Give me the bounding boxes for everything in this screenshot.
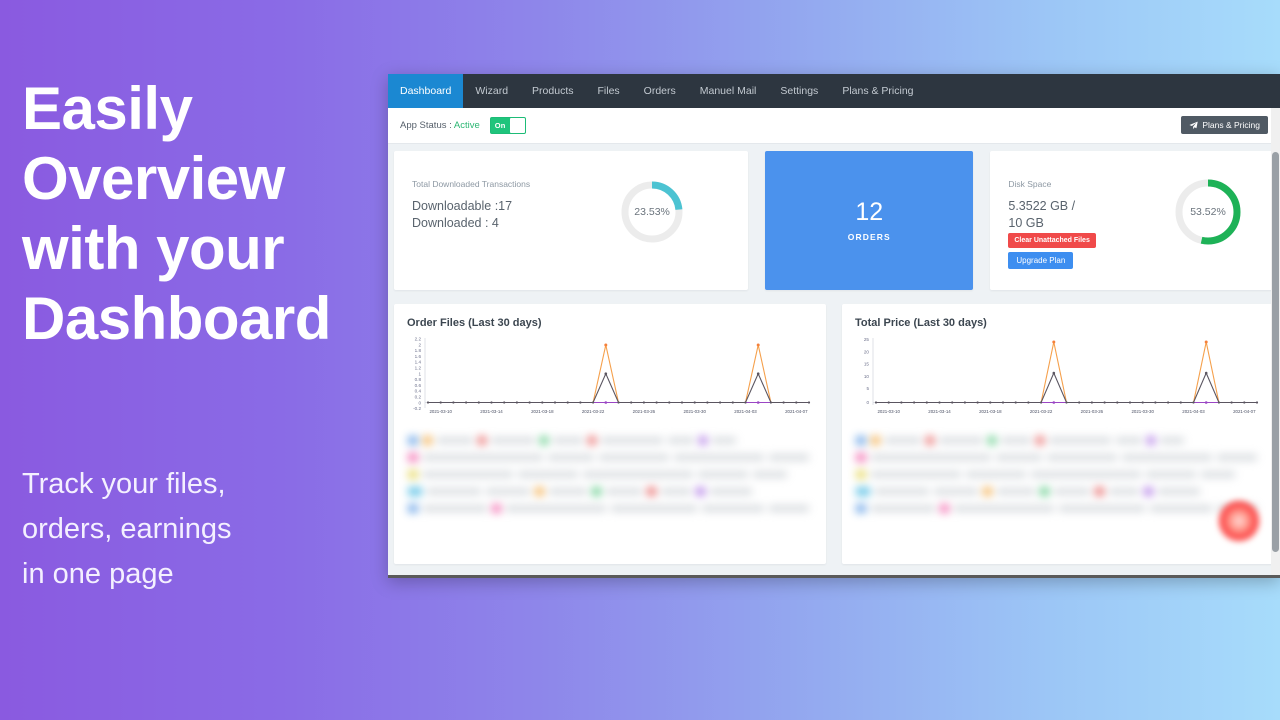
- nav-item-plans-pricing[interactable]: Plans & Pricing: [830, 74, 925, 108]
- nav-item-dashboard[interactable]: Dashboard: [388, 74, 464, 108]
- svg-text:0.6: 0.6: [415, 383, 422, 388]
- clear-unattached-files-button[interactable]: Clear Unattached Files: [1008, 233, 1096, 248]
- nav-label: Dashboard: [400, 85, 452, 97]
- disk-used: 5.3522 GB /: [1008, 199, 1076, 213]
- nav-item-wizard[interactable]: Wizard: [463, 74, 520, 108]
- svg-text:2021-03-30: 2021-03-30: [1131, 409, 1154, 414]
- svg-text:2021-03-26: 2021-03-26: [633, 409, 656, 414]
- nav-label: Orders: [643, 85, 676, 97]
- chart-card-order-files: Order Files (Last 30 days) 2.2 2 1.8 1.6 1.…: [394, 304, 826, 564]
- svg-text:2021-04-07: 2021-04-07: [785, 409, 808, 414]
- promo-headline: Easily Overview with your Dashboard: [22, 75, 331, 352]
- svg-text:2021-03-22: 2021-03-22: [1030, 409, 1053, 414]
- nav-item-products[interactable]: Products: [520, 74, 585, 108]
- order-files-line-chart: 2.221.8 1.61.41.2 10.80.6 0.40.20 -0.2 2…: [413, 337, 811, 414]
- window-scrollbar-track[interactable]: [1271, 108, 1280, 575]
- svg-text:1.6: 1.6: [415, 354, 422, 359]
- plans-pricing-label: Plans & Pricing: [1202, 120, 1260, 130]
- svg-text:2021-03-18: 2021-03-18: [531, 409, 554, 414]
- disk-total: 10 GB: [1008, 216, 1044, 230]
- svg-text:2021-03-26: 2021-03-26: [1081, 409, 1104, 414]
- svg-text:2: 2: [418, 342, 421, 347]
- nav-item-orders[interactable]: Orders: [632, 74, 688, 108]
- card-title: Disk Space: [1008, 179, 1052, 189]
- promo-subtext: Track your files, orders, earnings in on…: [22, 468, 232, 590]
- svg-text:2021-04-03: 2021-04-03: [1182, 409, 1205, 414]
- svg-text:15: 15: [864, 362, 870, 367]
- svg-text:10: 10: [864, 374, 870, 379]
- app-status-bar: App Status : Active On Plans & Pricing: [388, 108, 1280, 144]
- upgrade-plan-button[interactable]: Upgrade Plan: [1008, 252, 1074, 269]
- nav-item-manuel-mail[interactable]: Manuel Mail: [688, 74, 769, 108]
- svg-text:2021-03-30: 2021-03-30: [683, 409, 706, 414]
- support-chat-fab-button[interactable]: [1218, 500, 1260, 542]
- svg-text:1.2: 1.2: [415, 366, 422, 371]
- svg-text:20: 20: [864, 349, 870, 354]
- chart-card-total-price: Total Price (Last 30 days) 25 20 15 10 5 0: [842, 304, 1274, 564]
- downloadable-count: Downloadable :17: [412, 199, 513, 213]
- nav-label: Wizard: [475, 85, 509, 97]
- svg-text:2021-03-22: 2021-03-22: [582, 409, 605, 414]
- svg-text:2021-04-07: 2021-04-07: [1233, 409, 1256, 414]
- svg-text:0: 0: [866, 400, 869, 405]
- svg-text:1: 1: [418, 371, 421, 376]
- chart-title-order-files: Order Files (Last 30 days): [407, 317, 542, 329]
- svg-text:0.4: 0.4: [415, 389, 422, 394]
- svg-text:0.2: 0.2: [415, 395, 422, 400]
- nav-label: Manuel Mail: [699, 85, 757, 97]
- summary-cards-row: Total Downloaded Transactions Downloadab…: [388, 144, 1280, 290]
- svg-text:2021-04-03: 2021-04-03: [734, 409, 757, 414]
- svg-text:1.8: 1.8: [415, 348, 422, 353]
- disk-space-donut-chart: 53.52%: [1172, 176, 1244, 248]
- nav-item-settings[interactable]: Settings: [768, 74, 830, 108]
- transactions-percent: 23.53%: [634, 206, 670, 218]
- svg-text:5: 5: [866, 386, 869, 391]
- charts-row: Order Files (Last 30 days) 2.2 2 1.8 1.6 1.…: [388, 304, 1280, 564]
- svg-text:-0.2: -0.2: [413, 406, 421, 411]
- orders-count: 12: [855, 197, 884, 226]
- chart-title-total-price: Total Price (Last 30 days): [855, 317, 987, 329]
- toggle-knob: [509, 118, 525, 133]
- orders-label: ORDERS: [847, 231, 891, 242]
- svg-text:0.8: 0.8: [415, 377, 422, 382]
- paper-plane-icon: [1189, 121, 1199, 130]
- nav-label: Settings: [780, 85, 819, 97]
- app-status-toggle[interactable]: On: [489, 117, 526, 134]
- plans-pricing-button[interactable]: Plans & Pricing: [1181, 116, 1268, 134]
- nav-item-files[interactable]: Files: [585, 74, 631, 108]
- svg-text:0: 0: [418, 400, 421, 405]
- svg-text:2.2: 2.2: [415, 337, 422, 342]
- svg-text:2021-03-14: 2021-03-14: [928, 409, 951, 414]
- card-orders: 12 ORDERS: [765, 151, 974, 290]
- top-navigation-bar: Dashboard Wizard Products Files Orders M…: [388, 74, 1280, 108]
- svg-text:2021-03-14: 2021-03-14: [480, 409, 503, 414]
- promo-headline-block: Easily Overview with your Dashboard: [22, 74, 390, 354]
- app-status-value: Active: [453, 120, 480, 131]
- blurred-table-placeholder-left: [408, 434, 814, 513]
- downloaded-count: Downloaded : 4: [412, 216, 499, 230]
- nav-label: Files: [597, 85, 620, 97]
- window-scrollbar-thumb[interactable]: [1272, 152, 1279, 552]
- svg-text:25: 25: [864, 337, 870, 342]
- card-disk-space: Disk Space 5.3522 GB / 10 GB Clear Unatt…: [990, 151, 1280, 290]
- svg-text:2021-03-18: 2021-03-18: [979, 409, 1002, 414]
- nav-label: Products: [532, 85, 574, 97]
- transactions-donut-chart: 23.53%: [618, 178, 686, 246]
- total-price-line-chart: 25 20 15 10 5 0 2021-03-10 2021-03-14 2021-0…: [864, 337, 1259, 414]
- toggle-on-label: On: [494, 121, 506, 130]
- svg-text:2021-03-10: 2021-03-10: [877, 409, 900, 414]
- app-window: Dashboard Wizard Products Files Orders M…: [388, 74, 1280, 578]
- app-status-text: App Status :: [400, 120, 454, 131]
- card-downloaded-transactions: Total Downloaded Transactions Downloadab…: [394, 151, 749, 290]
- nav-label: Plans & Pricing: [842, 85, 914, 97]
- app-status-label: App Status : Active: [400, 120, 480, 131]
- svg-text:1.4: 1.4: [415, 360, 422, 365]
- blurred-table-placeholder-right: [856, 434, 1262, 513]
- card-title: Total Downloaded Transactions: [412, 179, 531, 189]
- svg-text:2021-03-10: 2021-03-10: [429, 409, 452, 414]
- disk-percent: 53.52%: [1190, 206, 1226, 218]
